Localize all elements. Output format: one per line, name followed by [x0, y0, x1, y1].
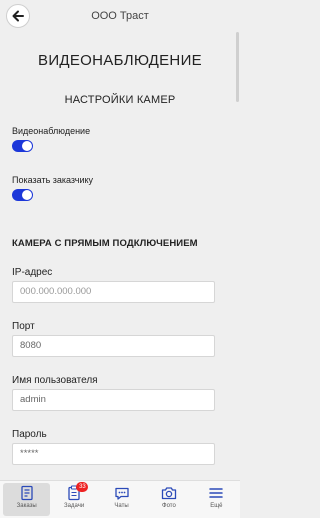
nav-photo-label: Фото	[162, 503, 176, 509]
nav-chats-label: Чаты	[114, 503, 129, 509]
show-customer-toggle-label: Показать заказчику	[12, 175, 94, 185]
nav-more-label: Ещё	[210, 503, 223, 509]
nav-tasks[interactable]: 33 Задачи	[50, 481, 97, 518]
ip-address-field[interactable]: 000.000.000.000	[12, 281, 215, 303]
header-title: ООО Траст	[91, 10, 149, 22]
video-toggle-label: Видеонаблюдение	[12, 126, 91, 136]
show-customer-toggle[interactable]	[12, 189, 33, 201]
chat-icon	[114, 487, 129, 500]
ip-label: IP-адрес	[12, 267, 53, 278]
nav-photo[interactable]: Фото	[145, 481, 192, 518]
orders-icon	[21, 485, 33, 501]
page-title: ВИДЕОНАБЛЮДЕНИЕ	[38, 52, 202, 69]
username-label: Имя пользователя	[12, 375, 98, 386]
tasks-badge: 33	[76, 482, 89, 492]
top-bar: ООО Траст	[0, 0, 240, 32]
bottom-nav: Заказы 33 Задачи Чаты Фото Ещё	[0, 480, 240, 518]
username-field[interactable]: admin	[12, 389, 215, 411]
nav-more[interactable]: Ещё	[193, 481, 240, 518]
section-title: НАСТРОЙКИ КАМЕР	[64, 94, 176, 106]
menu-icon	[209, 488, 224, 498]
password-label: Пароль	[12, 429, 47, 440]
nav-chats[interactable]: Чаты	[98, 481, 145, 518]
password-field[interactable]: *****	[12, 443, 215, 465]
port-field[interactable]: 8080	[12, 335, 215, 357]
camera-icon	[161, 487, 177, 500]
video-toggle[interactable]	[12, 140, 33, 152]
settings-content: ВИДЕОНАБЛЮДЕНИЕ НАСТРОЙКИ КАМЕР Видеонаб…	[0, 32, 240, 480]
port-label: Порт	[12, 321, 35, 332]
camera-heading: КАМЕРА С ПРЯМЫМ ПОДКЛЮЧЕНИЕМ	[12, 238, 198, 249]
nav-tasks-label: Задачи	[64, 503, 85, 509]
toggle-knob	[22, 141, 32, 151]
nav-orders[interactable]: Заказы	[3, 483, 51, 516]
toggle-knob	[22, 190, 32, 200]
nav-orders-label: Заказы	[16, 503, 37, 509]
